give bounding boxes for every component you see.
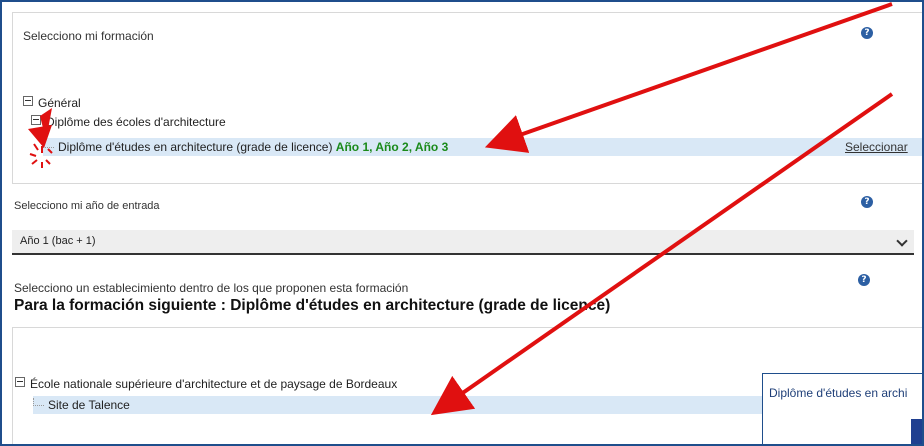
tree-branch-line <box>33 398 44 406</box>
tree-branch-line <box>43 140 54 148</box>
establishment-section-title: Selecciono un establecimiento dentro de … <box>14 281 409 295</box>
site-label: Site de Talence <box>48 398 130 412</box>
formation-panel: Selecciono mi formación ? Général Diplôm… <box>12 12 922 184</box>
year-section-title: Selecciono mi año de entrada <box>14 200 160 212</box>
chevron-down-icon <box>896 235 908 247</box>
formation-years-label: Año 1, Año 2, Año 3 <box>335 140 449 154</box>
tree-node-school-label: École nationale supérieure d'architectur… <box>30 377 398 391</box>
collapse-icon[interactable] <box>23 96 33 106</box>
popup-text: Diplôme d'études en archi <box>769 386 908 400</box>
collapse-icon[interactable] <box>15 377 25 387</box>
popup-box: Diplôme d'études en archi <box>762 373 922 444</box>
popup-button[interactable] <box>911 419 922 444</box>
formation-heading: Para la formación siguiente : Diplôme d'… <box>14 297 611 314</box>
tree-node-general-label: Général <box>38 96 81 110</box>
tree-node-ecoles[interactable]: Diplôme des écoles d'architecture <box>31 115 226 129</box>
seleccionar-link[interactable]: Seleccionar <box>845 140 908 154</box>
formation-leaf-label: Diplôme d'études en architecture (grade … <box>58 140 333 154</box>
help-icon[interactable]: ? <box>858 274 870 286</box>
application-frame: Selecciono mi formación ? Général Diplôm… <box>0 0 924 446</box>
year-select-value: Año 1 (bac + 1) <box>20 235 96 247</box>
formation-leaf-row[interactable]: Diplôme d'études en architecture (grade … <box>43 138 922 156</box>
tree-node-general[interactable]: Général <box>23 96 81 110</box>
help-icon[interactable]: ? <box>861 196 873 208</box>
tree-node-school[interactable]: École nationale supérieure d'architectur… <box>15 377 397 391</box>
year-select[interactable]: Año 1 (bac + 1) <box>12 230 914 255</box>
collapse-icon[interactable] <box>31 115 41 125</box>
tree-node-ecoles-label: Diplôme des écoles d'architecture <box>46 115 226 129</box>
help-icon[interactable]: ? <box>861 27 873 39</box>
formation-section-title: Selecciono mi formación <box>23 29 154 43</box>
